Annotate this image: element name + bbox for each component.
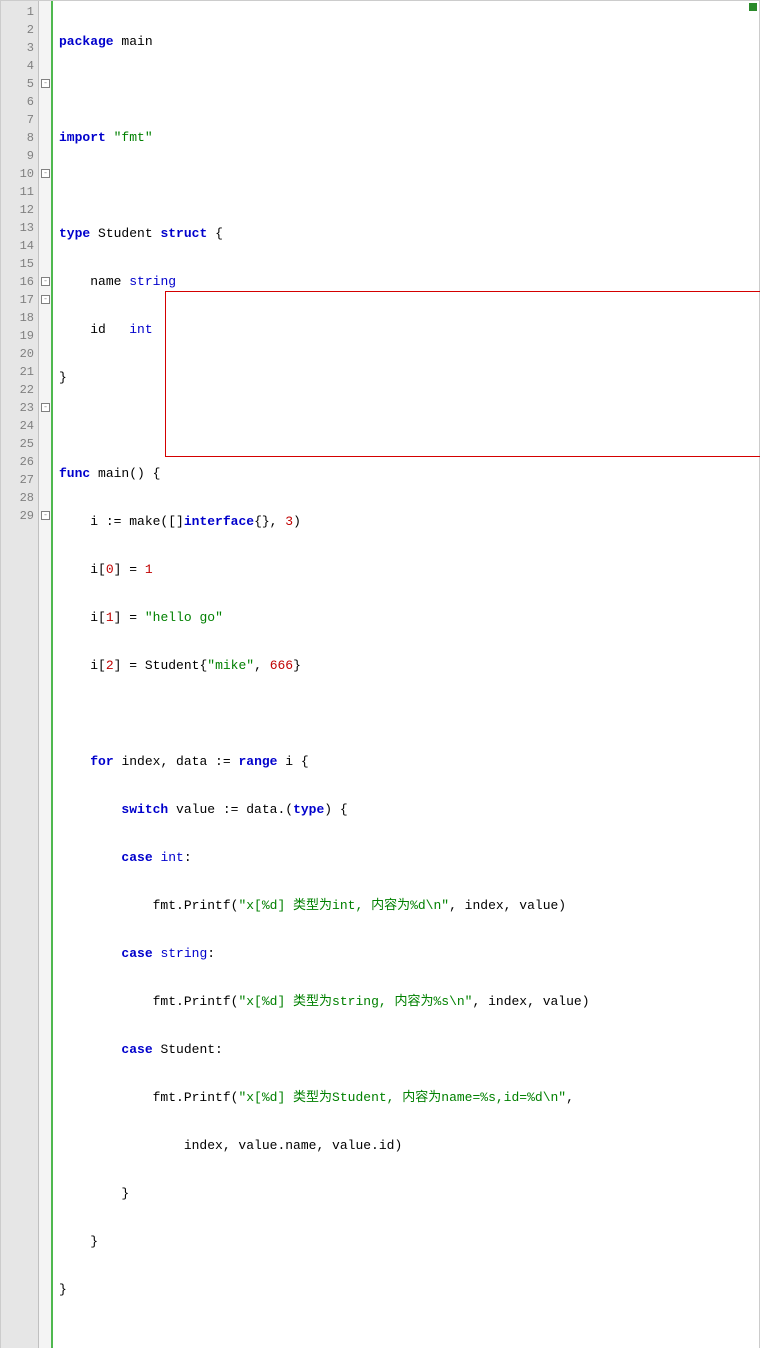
fold-column: - - - - - - — [39, 1, 53, 1348]
change-marker-icon — [749, 3, 757, 11]
fold-toggle-icon[interactable]: - — [41, 295, 50, 304]
fold-toggle-icon[interactable]: - — [41, 403, 50, 412]
fold-toggle-icon[interactable]: - — [41, 169, 50, 178]
fold-toggle-icon[interactable]: - — [41, 277, 50, 286]
code-editor[interactable]: 1234567891011121314151617181920212223242… — [0, 0, 760, 1348]
line-gutter: 1234567891011121314151617181920212223242… — [1, 1, 39, 1348]
fold-toggle-icon[interactable]: - — [41, 79, 50, 88]
code-area[interactable]: package main import "fmt" type Student s… — [53, 1, 759, 1348]
fold-toggle-icon[interactable]: - — [41, 511, 50, 520]
